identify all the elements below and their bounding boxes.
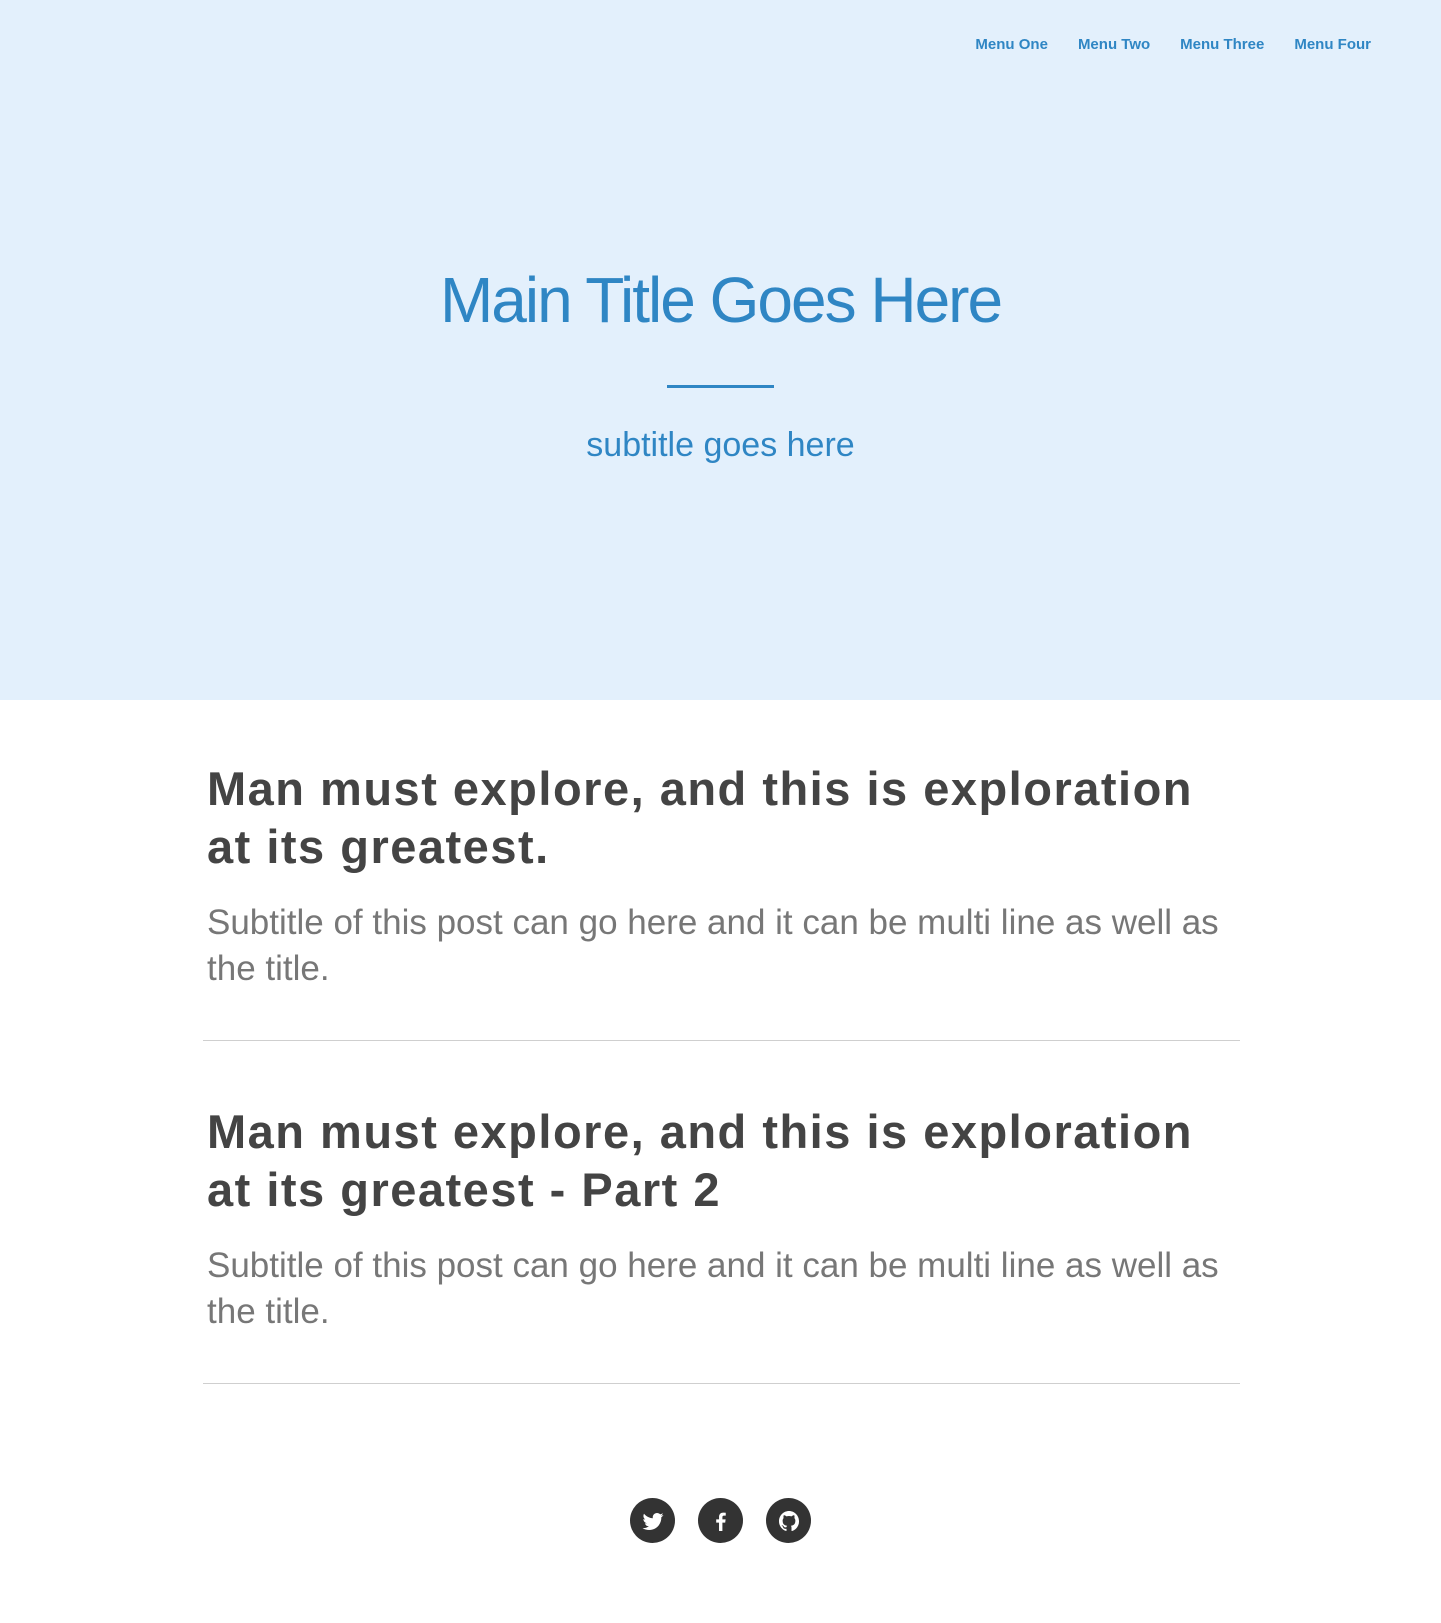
nav-item-menu-three[interactable]: Menu Three [1180,36,1264,53]
nav-item-menu-two[interactable]: Menu Two [1078,36,1150,53]
hero-header: Menu One Menu Two Menu Three Menu Four M… [0,0,1441,700]
title-divider [667,385,774,388]
post-title[interactable]: Man must explore, and this is exploratio… [207,760,1240,876]
post-subtitle: Subtitle of this post can go here and it… [207,1246,1219,1331]
post-preview[interactable]: Man must explore, and this is exploratio… [203,1103,1240,1384]
page-title: Main Title Goes Here [439,264,1003,336]
nav-item-menu-one[interactable]: Menu One [975,36,1048,53]
social-links [0,1498,1441,1543]
post-subtitle: Subtitle of this post can go here and it… [207,903,1219,988]
github-button[interactable] [766,1498,811,1543]
github-icon [778,1510,799,1531]
post-list: Man must explore, and this is exploratio… [203,760,1240,1446]
post-title[interactable]: Man must explore, and this is exploratio… [207,1103,1240,1219]
nav-item-menu-four[interactable]: Menu Four [1294,36,1371,53]
facebook-button[interactable] [698,1498,743,1543]
twitter-button[interactable] [630,1498,675,1543]
facebook-icon [715,1512,726,1531]
twitter-icon [642,1512,663,1530]
top-nav: Menu One Menu Two Menu Three Menu Four [975,36,1371,53]
page-subtitle: subtitle goes here [586,426,855,464]
post-preview[interactable]: Man must explore, and this is exploratio… [203,760,1240,1041]
